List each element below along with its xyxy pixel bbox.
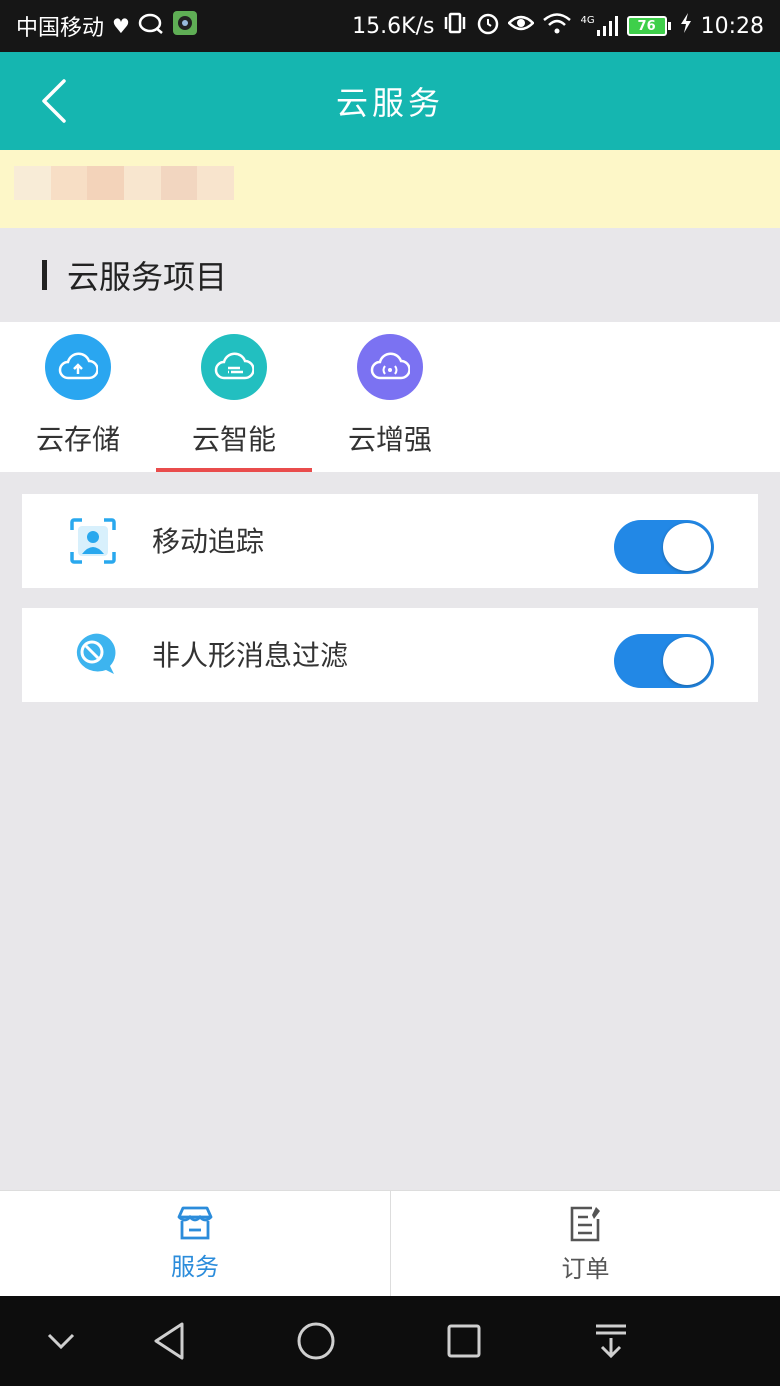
eye-icon xyxy=(507,13,536,39)
back-nav-button[interactable] xyxy=(146,1318,192,1364)
motion-tracking-toggle[interactable] xyxy=(614,520,714,574)
page-title: 云服务 xyxy=(335,84,444,122)
order-icon xyxy=(570,1206,600,1242)
collapse-button[interactable] xyxy=(38,1318,84,1364)
setting-motion-tracking: 移动追踪 xyxy=(22,494,758,588)
tab-cloud-enhance[interactable]: 云增强 xyxy=(312,322,468,472)
setting-label: 非人形消息过滤 xyxy=(152,639,349,672)
store-icon xyxy=(177,1206,213,1240)
charging-icon xyxy=(679,12,693,40)
carrier-label: 中国移动 xyxy=(16,16,105,41)
net-speed: 15.6K/s xyxy=(352,13,435,39)
alarm-icon xyxy=(476,11,500,41)
camera-app-icon xyxy=(172,10,198,42)
battery-icon: 76 xyxy=(626,16,671,36)
service-tabs: 云存储 云智能 云增强 xyxy=(0,322,780,472)
setting-message-filter: 非人形消息过滤 xyxy=(22,608,758,702)
nav-label: 服务 xyxy=(171,1253,219,1281)
nav-service[interactable]: 服务 xyxy=(0,1191,390,1297)
wifi-icon xyxy=(542,12,572,40)
nav-order[interactable]: 订单 xyxy=(390,1191,780,1297)
message-filter-toggle[interactable] xyxy=(614,634,714,688)
title-bar: 云服务 xyxy=(0,52,780,150)
vibrate-icon xyxy=(442,11,468,41)
clock: 10:28 xyxy=(700,13,764,39)
square-recents-icon xyxy=(447,1324,481,1358)
signal-icon: 4G xyxy=(580,15,618,37)
blurred-text xyxy=(14,166,235,200)
section-header: 云服务项目 xyxy=(0,228,780,322)
cloud-smart-icon xyxy=(201,334,267,400)
tab-label: 云智能 xyxy=(191,423,276,456)
nav-label: 订单 xyxy=(561,1255,610,1283)
battery-level: 76 xyxy=(626,16,667,36)
message-filter-icon xyxy=(68,630,118,680)
cloud-upload-icon xyxy=(45,334,111,400)
network-type: 4G xyxy=(580,15,595,26)
tab-cloud-smart[interactable]: 云智能 xyxy=(156,322,312,472)
notification-pull-button[interactable] xyxy=(588,1318,634,1364)
cloud-signal-icon xyxy=(357,334,423,400)
setting-label: 移动追踪 xyxy=(152,525,265,558)
section-marker xyxy=(42,260,47,290)
section-title: 云服务项目 xyxy=(67,258,228,296)
system-nav-bar xyxy=(0,1296,780,1386)
motion-tracking-icon xyxy=(68,516,118,566)
home-nav-button[interactable] xyxy=(293,1318,339,1364)
pull-down-icon xyxy=(596,1324,626,1359)
chat-icon xyxy=(138,13,164,40)
notice-banner xyxy=(0,150,780,228)
recents-nav-button[interactable] xyxy=(441,1318,487,1364)
tab-label: 云存储 xyxy=(35,423,120,456)
chevron-left-icon xyxy=(42,79,66,123)
circle-home-icon xyxy=(297,1322,335,1360)
chevron-down-icon xyxy=(47,1333,75,1350)
triangle-back-icon xyxy=(154,1322,184,1360)
bottom-nav: 服务 订单 xyxy=(0,1190,780,1297)
back-button[interactable] xyxy=(36,78,76,124)
status-bar: 中国移动 ♥ 15.6K/s 4G 76 10:28 xyxy=(0,0,780,52)
tab-label: 云增强 xyxy=(347,423,432,456)
health-icon: ♥ xyxy=(112,14,130,38)
tab-cloud-storage[interactable]: 云存储 xyxy=(0,322,156,472)
